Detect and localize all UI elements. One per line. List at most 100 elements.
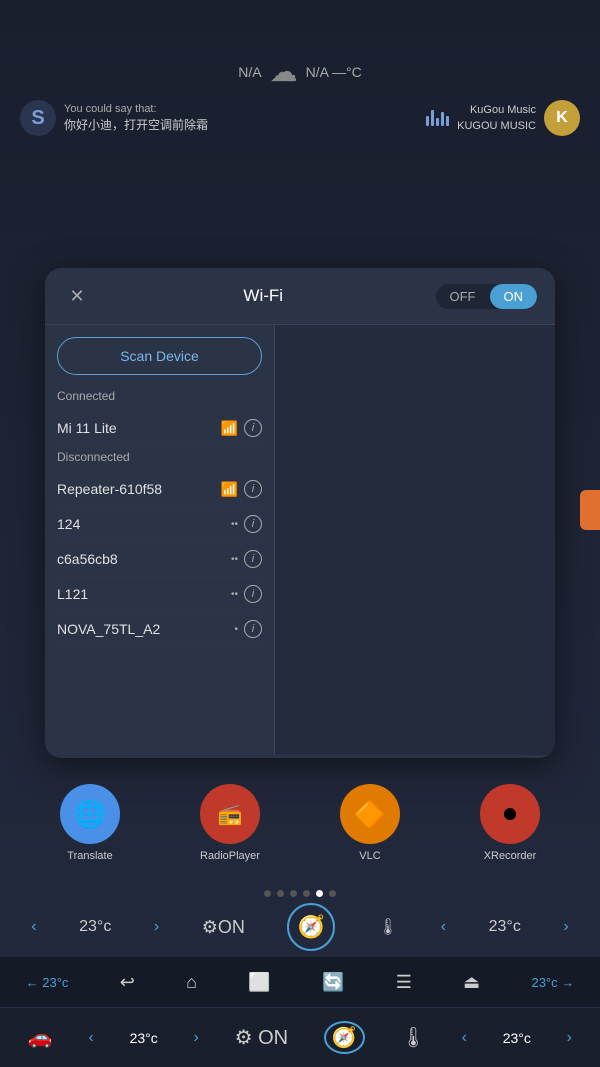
app-radio[interactable]: 📻 RadioPlayer <box>200 784 260 862</box>
toggle-on[interactable]: ON <box>490 284 538 309</box>
weather-right: N/A —°C <box>306 64 362 80</box>
nav-temp-left: ← 23°c <box>26 975 69 990</box>
nav-recents[interactable]: ⬜ <box>248 972 270 993</box>
nav-fan-icon[interactable]: ⚙ ON <box>235 1025 289 1050</box>
weather-left: N/A <box>238 64 261 80</box>
center-widget[interactable]: 🧭 <box>287 903 335 951</box>
right-temp: 23°c <box>489 918 521 936</box>
network-item-1[interactable]: 124 •• i <box>57 507 262 542</box>
nav-right-arrow-1[interactable]: › <box>194 1029 199 1047</box>
network-name-2: c6a56cb8 <box>57 551 231 567</box>
app-translate[interactable]: 🌐 Translate <box>60 784 120 862</box>
wifi-signal-icon-4: • <box>234 624 238 635</box>
nav-left-arrow[interactable]: ‹ <box>89 1029 94 1047</box>
nav-rotate[interactable]: 🔄 <box>322 972 344 993</box>
nav-center-btn[interactable]: 🧭 <box>324 1021 365 1054</box>
vlc-label: VLC <box>359 850 380 862</box>
nav-home[interactable]: ⌂ <box>186 972 197 993</box>
wifi-modal: ✕ Wi-Fi OFF ON Scan Device Connected Mi … <box>45 268 555 758</box>
network-item-0[interactable]: Repeater-610f58 📶 i <box>57 472 262 507</box>
music-service: KuGou Music <box>457 102 536 119</box>
music-bars <box>426 110 449 126</box>
left-arrow-1[interactable]: ‹ <box>31 918 36 936</box>
voice-could-say: You could say that: <box>64 102 208 117</box>
network-item-3[interactable]: L121 •• i <box>57 577 262 612</box>
xrecorder-label: XRecorder <box>484 850 537 862</box>
voice-text: You could say that: 你好小迪，打开空调前除霜 <box>64 102 208 134</box>
modal-header: ✕ Wi-Fi OFF ON <box>45 268 555 325</box>
network-item-connected[interactable]: Mi 11 Lite 📶 i <box>57 411 262 446</box>
bar1 <box>426 116 429 126</box>
xrecorder-icon: ⏺ <box>480 784 540 844</box>
translate-label: Translate <box>67 850 112 862</box>
dot-5 <box>316 890 323 897</box>
fan-icon: ⚙ON <box>202 917 245 938</box>
vlc-icon: 🔶 <box>340 784 400 844</box>
heating-icon: 🌡 <box>378 917 398 937</box>
network-name-1: 124 <box>57 516 231 532</box>
bar5 <box>446 116 449 126</box>
network-item-2[interactable]: c6a56cb8 •• i <box>57 542 262 577</box>
nav-heat-icon[interactable]: 🌡 <box>401 1025 426 1050</box>
widget-bar: ‹ 23°c › ⚙ON 🧭 🌡 ‹ 23°c › <box>0 897 600 957</box>
nav-right-arrow-2[interactable]: › <box>567 1029 572 1047</box>
info-icon-2[interactable]: i <box>244 550 262 568</box>
voice-row: S You could say that: 你好小迪，打开空调前除霜 KuGou… <box>20 100 580 136</box>
bar2 <box>431 110 434 126</box>
wifi-signal-icon: 📶 <box>221 420 238 437</box>
left-arrow-2[interactable]: ‹ <box>441 918 446 936</box>
info-icon-1[interactable]: i <box>244 515 262 533</box>
connected-label: Connected <box>57 389 262 403</box>
scan-device-button[interactable]: Scan Device <box>57 337 262 375</box>
music-service-upper: KUGOU MUSIC <box>457 118 536 135</box>
radio-icon: 📻 <box>200 784 260 844</box>
wifi-signal-icon-1: •• <box>231 519 238 530</box>
app-vlc[interactable]: 🔶 VLC <box>340 784 400 862</box>
info-icon[interactable]: i <box>244 419 262 437</box>
network-item-4[interactable]: NOVA_75TL_A2 • i <box>57 612 262 647</box>
nav-back[interactable]: ↩ <box>120 972 135 993</box>
network-icons-1: •• i <box>231 515 262 533</box>
connected-network-name: Mi 11 Lite <box>57 420 221 436</box>
weather-icon: ☁ <box>270 55 298 88</box>
modal-right-pane <box>275 325 555 755</box>
wifi-signal-icon-0: 📶 <box>221 481 238 498</box>
system-nav: ← 23°c ↩ ⌂ ⬜ 🔄 ☰ ⏏ 23°c → <box>0 957 600 1007</box>
page-dots <box>264 890 336 897</box>
right-arrow-2[interactable]: › <box>563 918 568 936</box>
voice-avatar: S <box>20 100 56 136</box>
nav-temp-right: 23°c → <box>531 975 574 990</box>
network-icons-3: •• i <box>231 585 262 603</box>
network-icons-2: •• i <box>231 550 262 568</box>
left-temp: 23°c <box>79 918 111 936</box>
music-right: KuGou Music KUGOU MUSIC K <box>426 100 580 136</box>
network-icons-4: • i <box>234 620 262 638</box>
network-name-4: NOVA_75TL_A2 <box>57 621 234 637</box>
info-icon-4[interactable]: i <box>244 620 262 638</box>
right-temp-value: 23°c <box>489 918 521 936</box>
info-icon-3[interactable]: i <box>244 585 262 603</box>
music-logo: K <box>544 100 580 136</box>
close-button[interactable]: ✕ <box>63 282 91 310</box>
nav-power[interactable]: ⏏ <box>463 972 480 993</box>
nav-menu[interactable]: ☰ <box>396 972 412 993</box>
info-icon-0[interactable]: i <box>244 480 262 498</box>
nav-left-arrow-2[interactable]: ‹ <box>462 1029 467 1047</box>
network-icons-0: 📶 i <box>221 480 262 498</box>
voice-command: 你好小迪，打开空调前除霜 <box>64 117 208 134</box>
wifi-toggle[interactable]: OFF ON <box>436 284 538 309</box>
toggle-off[interactable]: OFF <box>436 284 490 309</box>
network-list: Scan Device Connected Mi 11 Lite 📶 i Dis… <box>45 325 275 755</box>
network-name-3: L121 <box>57 586 231 602</box>
app-xrecorder[interactable]: ⏺ XRecorder <box>480 784 540 862</box>
right-arrow-1[interactable]: › <box>154 918 159 936</box>
orange-side-button[interactable] <box>580 490 600 530</box>
bar3 <box>436 118 439 126</box>
dot-4 <box>303 890 310 897</box>
app-dock: 🌐 Translate 📻 RadioPlayer 🔶 VLC ⏺ XRecor… <box>0 774 600 872</box>
nav-car-icon[interactable]: 🚗 <box>28 1025 53 1050</box>
wifi-signal-icon-2: •• <box>231 554 238 565</box>
connected-network-icons: 📶 i <box>221 419 262 437</box>
weather-widget: N/A ☁ N/A —°C <box>238 55 362 88</box>
disconnected-label: Disconnected <box>57 450 262 464</box>
